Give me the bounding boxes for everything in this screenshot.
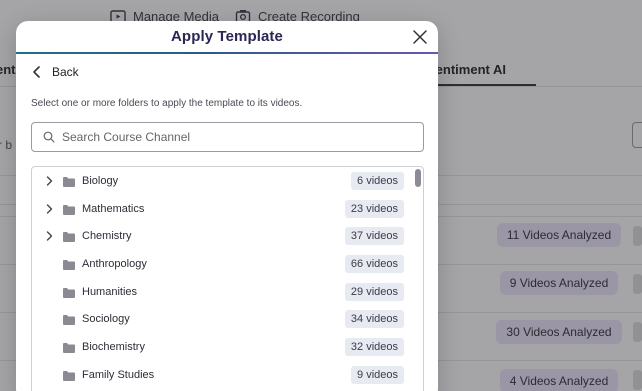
- folder-name: Humanities: [82, 285, 138, 298]
- close-button[interactable]: [410, 27, 430, 47]
- folder-name: Biology: [82, 174, 119, 187]
- folder-row[interactable]: Mathematics 23 videos: [32, 195, 410, 223]
- search-icon: [43, 131, 55, 143]
- folder-icon: [62, 369, 76, 381]
- folder-row[interactable]: Biology 6 videos: [32, 167, 410, 195]
- chevron-left-icon: [33, 66, 40, 78]
- folder-icon: [62, 313, 76, 326]
- folder-row[interactable]: Family Studies 9 videos: [32, 361, 410, 389]
- folder-row[interactable]: Sociology 34 videos: [32, 306, 410, 334]
- video-count-badge: 66 videos: [344, 254, 404, 273]
- video-count-badge: 6 videos: [351, 171, 404, 190]
- folder-row[interactable]: Anthropology 66 videos: [32, 250, 410, 278]
- modal-title: Apply Template: [171, 28, 283, 45]
- folder-name: Anthropology: [82, 257, 147, 270]
- folder-icon: [62, 175, 76, 187]
- back-label: Back: [52, 65, 79, 79]
- folder-name: Chemistry: [82, 230, 132, 243]
- folder-name: Mathematics: [82, 202, 145, 215]
- folder-row[interactable]: Humanities 29 videos: [32, 278, 410, 306]
- chevron-right-icon[interactable]: [44, 203, 54, 214]
- folder-name: Family Studies: [82, 368, 155, 381]
- instruction-text: Select one or more folders to apply the …: [31, 98, 303, 109]
- video-count-badge: 29 videos: [344, 282, 404, 301]
- video-count-badge: 9 videos: [351, 365, 404, 384]
- video-count-badge: 34 videos: [344, 310, 404, 329]
- back-button[interactable]: Back: [32, 65, 79, 79]
- folder-list[interactable]: Biology 6 videos Mathematics 23 videos Chemi…: [31, 166, 424, 391]
- folder-icon: [62, 258, 76, 270]
- folder-name: Sociology: [82, 313, 130, 326]
- search-input[interactable]: [62, 130, 392, 144]
- folder-icon: [62, 286, 76, 298]
- chevron-right-icon[interactable]: [44, 176, 54, 186]
- video-count-badge: 37 videos: [344, 227, 404, 246]
- list-scrollbar[interactable]: [415, 169, 421, 187]
- modal-header: Apply Template: [16, 21, 438, 52]
- search-field[interactable]: [31, 122, 424, 152]
- folder-row[interactable]: Biochemistry 32 videos: [32, 333, 410, 361]
- video-count-badge: 32 videos: [344, 338, 404, 357]
- folder-icon: [62, 230, 76, 243]
- folder-row[interactable]: Chemistry 37 videos: [32, 222, 410, 250]
- header-divider: [16, 52, 438, 54]
- close-icon: [413, 30, 427, 44]
- video-count-badge: 23 videos: [344, 199, 404, 218]
- apply-template-modal: Apply Template Back Select one or more f…: [16, 21, 438, 391]
- folder-icon: [62, 341, 76, 354]
- chevron-right-icon[interactable]: [44, 231, 54, 241]
- folder-icon: [62, 203, 76, 215]
- folder-name: Biochemistry: [82, 341, 145, 354]
